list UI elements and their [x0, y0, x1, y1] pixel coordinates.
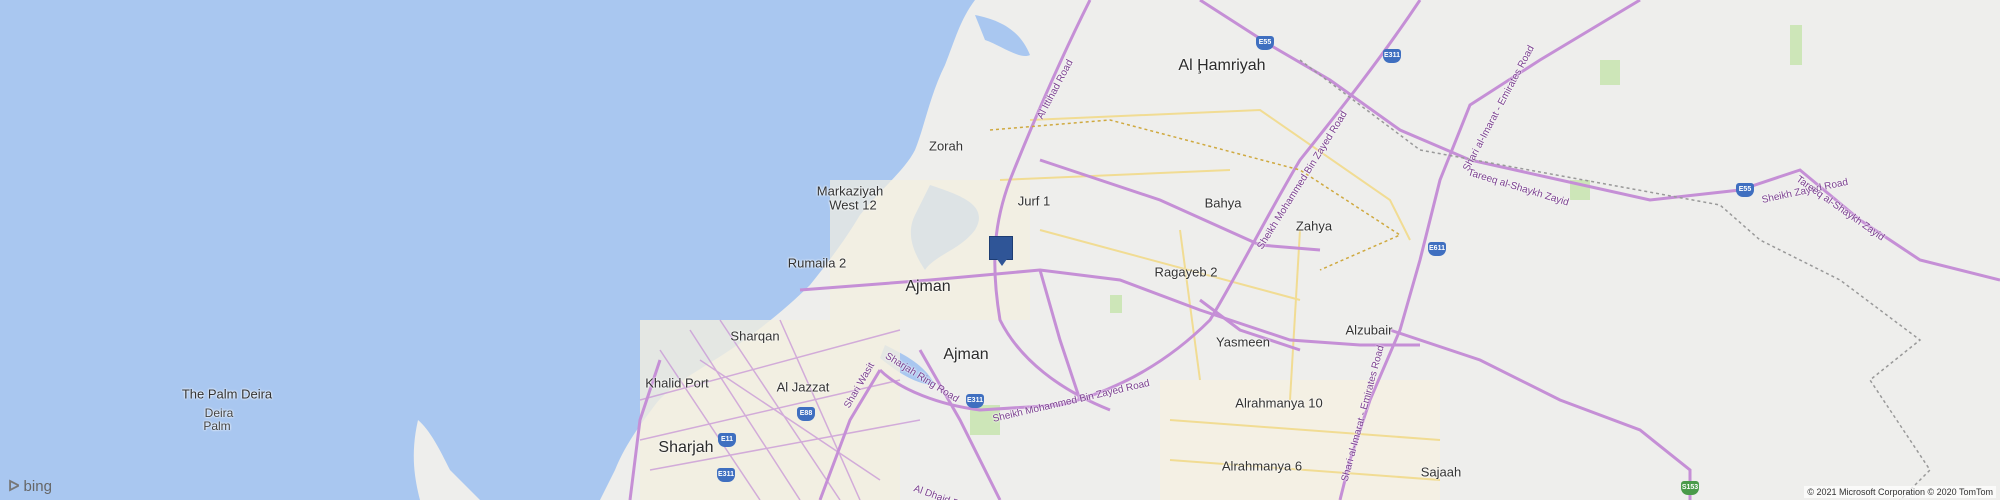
park — [1110, 295, 1122, 313]
highway-shield-e88: E88 — [797, 407, 815, 421]
place-label-alrahmanya-6[interactable]: Alrahmanya 6 — [1222, 459, 1302, 474]
place-label-palm-deira[interactable]: The Palm Deira — [182, 387, 272, 402]
highway-shield-e11: E11 — [718, 433, 736, 447]
place-label-jurf-1[interactable]: Jurf 1 — [1018, 194, 1051, 209]
place-label-alrahmanya-10[interactable]: Alrahmanya 10 — [1235, 396, 1322, 411]
place-label-al-jazzat[interactable]: Al Jazzat — [777, 380, 830, 395]
place-label-sajaah[interactable]: Sajaah — [1421, 465, 1461, 480]
place-label-yasmeen[interactable]: Yasmeen — [1216, 335, 1270, 350]
emirate-boundary — [989, 119, 1402, 271]
place-label-al-hamriyah[interactable]: Al Ḩamriyah — [1178, 57, 1265, 75]
place-label-west-12[interactable]: West 12 — [829, 198, 876, 213]
place-label-ajman-2[interactable]: Ajman — [943, 346, 988, 364]
place-label-khalid-port[interactable]: Khalid Port — [645, 376, 709, 391]
place-label-zahya[interactable]: Zahya — [1296, 219, 1332, 234]
place-label-markaziyah[interactable]: Markaziyah — [817, 184, 883, 199]
park — [1600, 60, 1620, 85]
highway-shield-e55-north: E55 — [1256, 36, 1274, 50]
place-label-bahya[interactable]: Bahya — [1205, 196, 1242, 211]
highway-shield-e311-south: E311 — [966, 394, 984, 408]
highway-shield-s153: S153 — [1681, 481, 1699, 495]
map-canvas[interactable]: Al Ḩamriyah Zorah Markaziyah West 12 Jurf 1 B… — [0, 0, 2000, 500]
location-pin-icon[interactable] — [989, 236, 1013, 266]
highway-shield-e311-north: E311 — [1383, 49, 1401, 63]
highway-shield-e55-east: E55 — [1736, 183, 1754, 197]
place-label-rumaila-2[interactable]: Rumaila 2 — [788, 256, 847, 271]
place-label-deira[interactable]: Deira — [205, 406, 234, 420]
place-label-sharjah[interactable]: Sharjah — [658, 439, 713, 457]
place-label-ragayeb-2[interactable]: Ragayeb 2 — [1155, 265, 1218, 280]
copyright-notice: © 2021 Microsoft Corporation © 2020 TomT… — [1804, 486, 1996, 498]
park — [1790, 25, 1802, 65]
place-label-zorah[interactable]: Zorah — [929, 139, 963, 154]
bing-brand[interactable]: ᐅ bing — [8, 477, 52, 496]
port-basin — [975, 15, 1030, 57]
place-label-ajman-1[interactable]: Ajman — [905, 278, 950, 296]
place-label-palm[interactable]: Palm — [203, 419, 230, 433]
place-label-alzubair[interactable]: Alzubair — [1346, 323, 1393, 338]
bing-logo-icon: ᐅ — [8, 478, 20, 495]
brand-name: bing — [23, 477, 52, 495]
place-label-sharqan[interactable]: Sharqan — [730, 329, 779, 344]
highway-shield-e611: E611 — [1428, 242, 1446, 256]
highway-shield-e311-west: E311 — [717, 468, 735, 482]
